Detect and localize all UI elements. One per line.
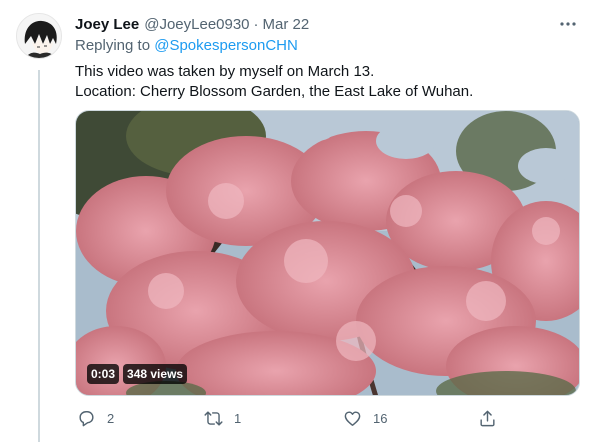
video-player[interactable]: 0:03 348 views [75, 110, 580, 396]
retweet-count: 1 [234, 410, 242, 426]
video-thumbnail [76, 111, 579, 395]
reply-icon [79, 410, 94, 426]
share-icon [480, 410, 495, 426]
thread-line [38, 70, 40, 442]
replying-to-label: Replying to [75, 37, 151, 54]
share-button[interactable] [478, 404, 508, 432]
avatar-image [17, 14, 61, 58]
author-name[interactable]: Joey Lee [75, 16, 139, 33]
heart-icon [344, 410, 361, 426]
reply-button[interactable]: 2 [77, 404, 114, 432]
more-icon [560, 22, 576, 26]
like-count: 16 [373, 410, 388, 426]
more-options-button[interactable] [557, 13, 579, 35]
reply-count: 2 [107, 410, 115, 426]
replying-to: Replying to @SpokespersonCHN [75, 37, 298, 54]
retweet-icon [204, 410, 223, 426]
video-info: 0:03 348 views [87, 364, 188, 384]
replying-to-link[interactable]: @SpokespersonCHN [154, 37, 298, 54]
tweet-text: This video was taken by myself on March … [75, 62, 575, 102]
like-button[interactable]: 16 [343, 404, 387, 432]
tweet-date[interactable]: Mar 22 [263, 16, 310, 33]
video-views: 348 views [123, 364, 188, 384]
retweet-button[interactable]: 1 [204, 404, 241, 432]
tweet-text-line: This video was taken by myself on March … [75, 63, 375, 80]
tweet-actions: 2 1 16 [72, 404, 502, 432]
tweet[interactable]: Joey Lee @JoeyLee0930 · Mar 22 Replying … [0, 0, 593, 442]
separator-dot: · [253, 15, 259, 33]
author-handle[interactable]: @JoeyLee0930 [144, 16, 249, 33]
tweet-text-line: Location: Cherry Blossom Garden, the Eas… [75, 83, 474, 100]
avatar[interactable] [16, 13, 62, 59]
tweet-header: Joey Lee @JoeyLee0930 · Mar 22 [75, 13, 577, 35]
video-duration: 0:03 [87, 364, 120, 384]
